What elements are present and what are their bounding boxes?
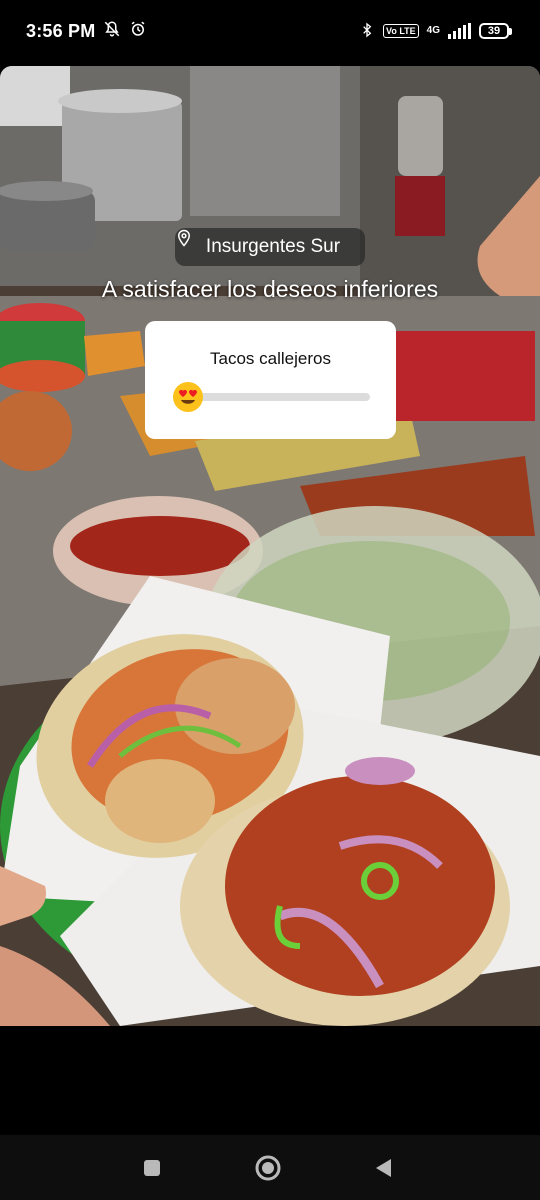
slider-question: Tacos callejeros: [210, 349, 331, 368]
alarm-icon: [129, 20, 147, 43]
emoji-slider-sticker[interactable]: Tacos callejeros: [145, 321, 396, 439]
signal-icon: [448, 23, 471, 39]
back-triangle-icon[interactable]: [369, 1153, 399, 1183]
network-type: 4G: [426, 25, 440, 36]
story-caption: A satisfacer los deseos inferiores: [101, 276, 439, 302]
status-time: 3:56 PM: [26, 20, 96, 41]
slider-track[interactable]: [180, 393, 370, 401]
recents-square-icon[interactable]: [137, 1153, 167, 1183]
status-right: Vo LTE 4G 39: [359, 21, 512, 42]
navigation-bar: [0, 1135, 540, 1200]
bluetooth-icon: [359, 21, 375, 42]
location-label: Insurgentes Sur: [205, 236, 341, 257]
battery-icon: 39: [479, 23, 512, 39]
heart-eyes-emoji-icon[interactable]: [172, 381, 204, 413]
home-circle-icon[interactable]: [253, 1153, 283, 1183]
battery-level: 39: [479, 23, 509, 39]
taco-stand-photo: [0, 66, 540, 1026]
notifications-muted-icon: [103, 20, 121, 43]
status-left: 3:56 PM: [26, 20, 147, 43]
volte-badge: Vo LTE: [382, 24, 419, 38]
location-sticker[interactable]: Insurgentes Sur: [175, 228, 365, 266]
status-bar: 3:56 PM Vo LTE 4G 39: [0, 0, 540, 62]
story-image[interactable]: Insurgentes Sur A satisfacer los deseos …: [0, 66, 540, 1026]
